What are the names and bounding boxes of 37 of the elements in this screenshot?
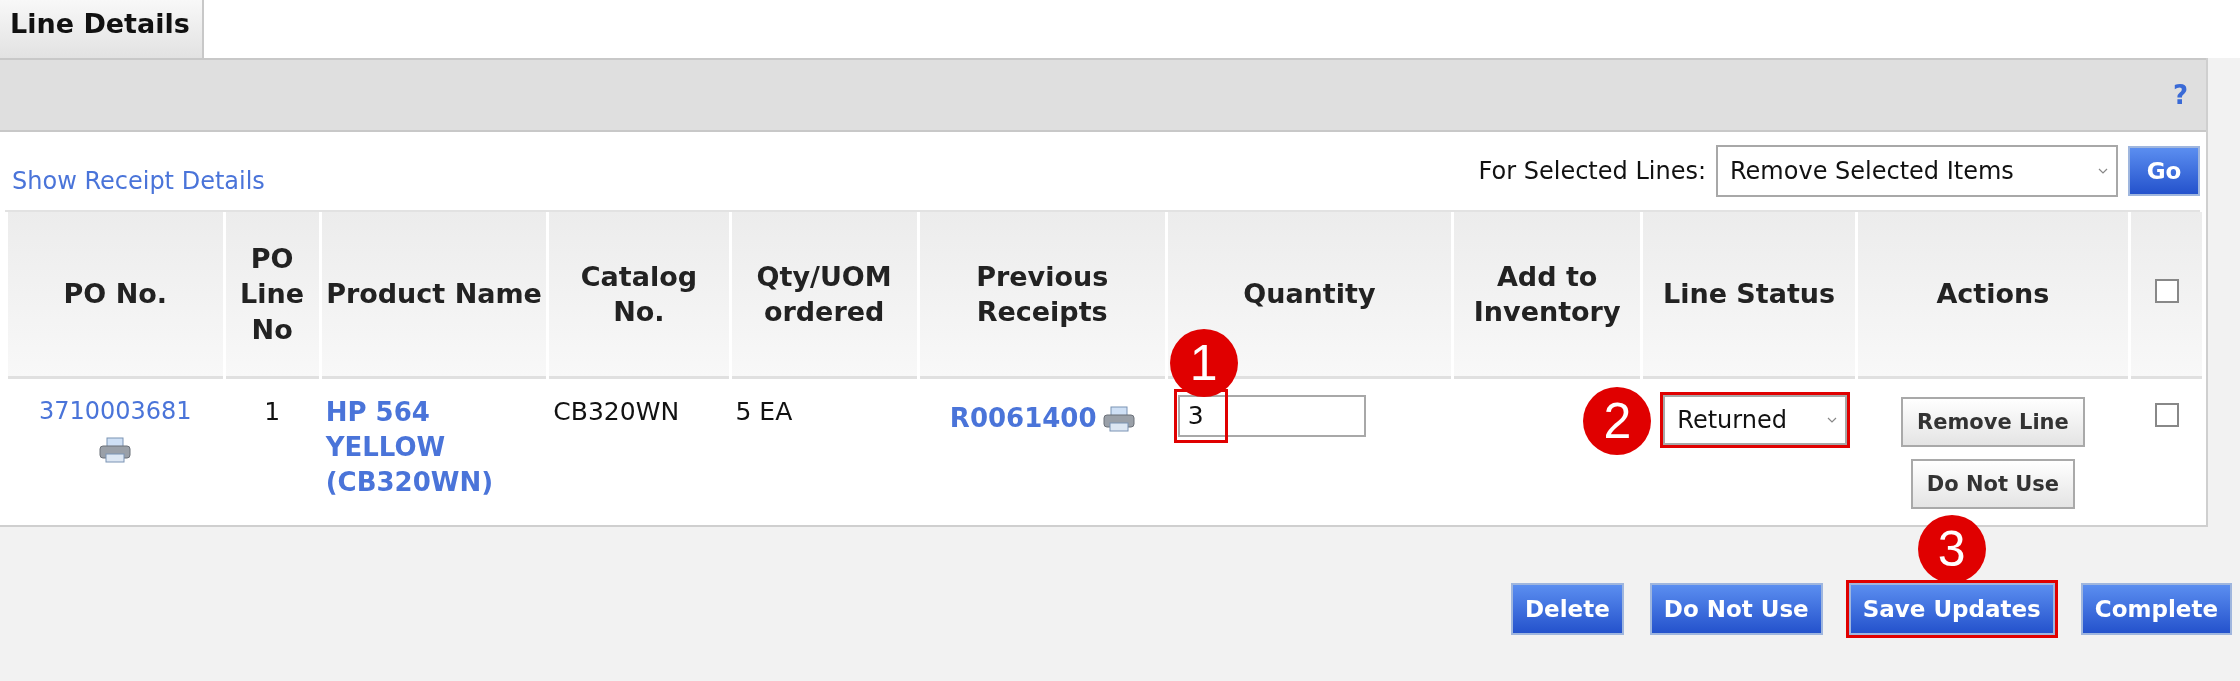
column-header: Previous Receipts xyxy=(919,212,1165,379)
show-receipt-details-link[interactable]: Show Receipt Details xyxy=(12,167,265,195)
action-button[interactable]: Remove Line xyxy=(1901,397,2085,447)
column-header: Line Status xyxy=(1643,212,1855,379)
table-cell: 1 xyxy=(264,397,281,426)
column-header: Product Name xyxy=(321,212,547,379)
table-cell: CB320WN xyxy=(553,397,680,426)
footer-button[interactable]: Delete xyxy=(1511,583,1624,635)
po-number-link[interactable]: 3710003681 xyxy=(38,395,192,428)
receipt-link[interactable]: R0061400 xyxy=(949,401,1097,437)
footer-button[interactable]: Do Not Use xyxy=(1649,583,1823,635)
chevron-icon xyxy=(1827,417,1838,423)
row-checkbox[interactable] xyxy=(2154,403,2179,427)
column-header: PO Line No xyxy=(225,212,319,379)
quantity-field[interactable]: 3 xyxy=(1177,395,1366,437)
printer-icon[interactable] xyxy=(99,437,132,464)
table-cell: 5 EA xyxy=(735,397,793,426)
bulk-action-select[interactable]: Remove Selected Items xyxy=(1716,145,2118,197)
select-all-checkbox[interactable] xyxy=(2154,279,2179,304)
column-header: PO No. xyxy=(8,212,223,379)
step-badge: 2 xyxy=(1583,387,1652,455)
line-status-select[interactable]: Returned xyxy=(1663,395,1848,445)
footer-button[interactable]: Save Updates xyxy=(1848,583,2055,635)
chevron-icon xyxy=(2098,168,2108,174)
column-header: Actions xyxy=(1857,212,2129,379)
footer-button[interactable]: Complete xyxy=(2080,583,2232,635)
product-name-link[interactable]: HP 564 YELLOW (CB320WN) xyxy=(325,395,543,501)
printer-icon[interactable] xyxy=(1102,405,1135,432)
step-badge: 3 xyxy=(1917,515,1986,583)
go-button[interactable]: Go xyxy=(2128,146,2200,196)
column-header: Add to Inventory xyxy=(1454,212,1641,379)
tab[interactable]: Line Details xyxy=(0,0,204,58)
column-header: Catalog No. xyxy=(549,212,729,379)
help-link[interactable]: ? xyxy=(2172,80,2188,110)
bulk-action-label: For Selected Lines: xyxy=(1478,157,1706,185)
column-header: Qty/UOM ordered xyxy=(731,212,917,379)
action-button[interactable]: Do Not Use xyxy=(1910,459,2076,509)
